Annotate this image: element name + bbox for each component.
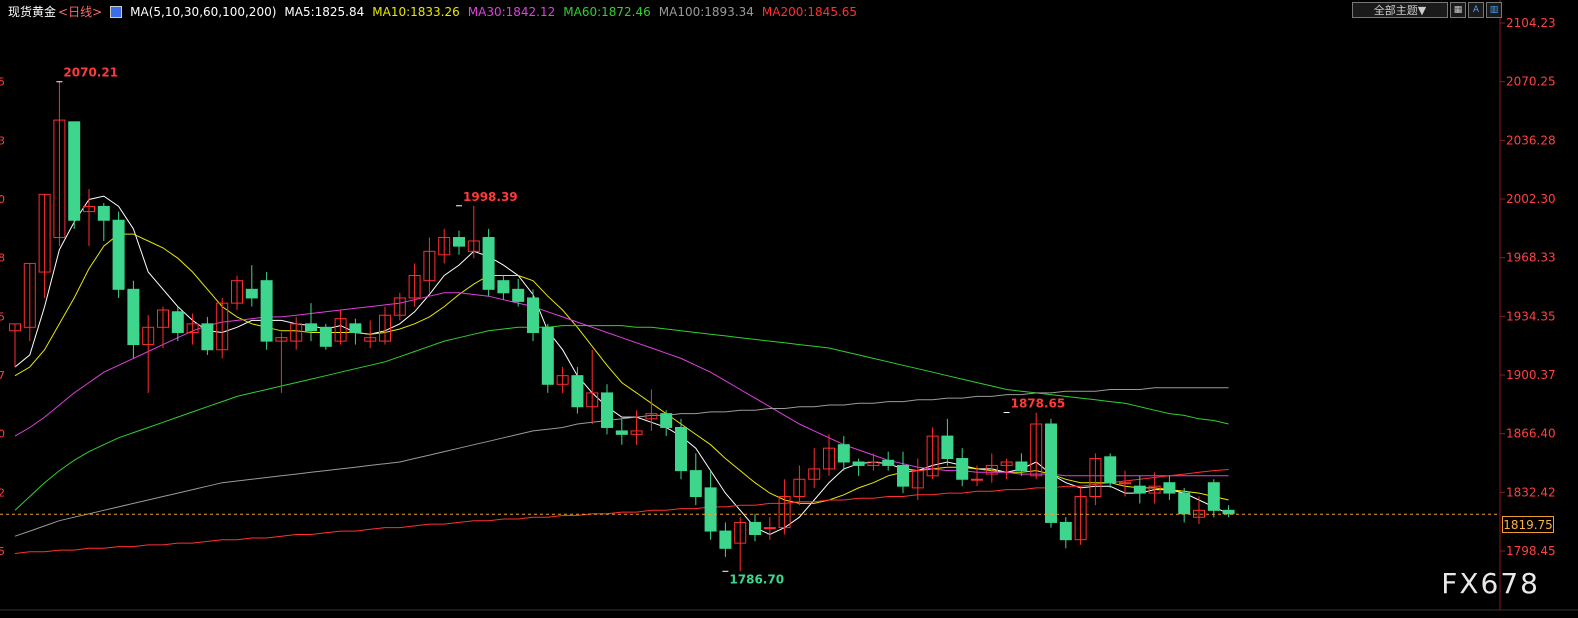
candle-down: [941, 435, 954, 460]
y-tick-label: 2036.28: [1506, 133, 1556, 147]
ma-value-label: MA10:1833.26: [372, 5, 460, 19]
candle-down: [689, 470, 702, 498]
candle-down: [112, 219, 125, 290]
candle-up: [763, 527, 776, 530]
left-tick-label: 7: [0, 369, 5, 382]
candle-down: [837, 444, 850, 463]
high-price-label: 2070.21: [63, 66, 118, 80]
candle-down: [704, 487, 717, 532]
last-price-label: 1819.75: [1502, 516, 1554, 533]
theme-dropdown[interactable]: 全部主题▼: [1352, 2, 1448, 18]
y-tick-label: 2104.23: [1506, 16, 1556, 30]
ma-values: MA5:1825.84 MA10:1833.26 MA30:1842.12 MA60:…: [284, 4, 857, 20]
chart-header: 现货黄金 <日线> MA(5,10,30,60,100,200) MA5:182…: [8, 4, 857, 20]
y-tick-label: 2070.25: [1506, 75, 1556, 89]
candle-down: [127, 288, 140, 346]
candle-down: [1163, 482, 1176, 494]
candle-up: [1119, 482, 1131, 485]
candle-down: [615, 430, 628, 435]
candle-down: [1178, 492, 1191, 515]
period-selector[interactable]: <日线>: [58, 4, 102, 20]
candle-down: [1015, 461, 1028, 472]
candle-down: [482, 237, 495, 290]
candle-down: [897, 464, 909, 487]
ma-value-label: MA60:1872.46: [563, 5, 651, 19]
font-icon[interactable]: A: [1468, 2, 1484, 18]
candle-down: [201, 323, 214, 351]
left-tick-label: 0: [0, 428, 5, 441]
candle-down: [527, 297, 539, 333]
candle-down: [305, 323, 317, 332]
candle-down: [541, 326, 554, 385]
left-tick-label: 5: [0, 310, 5, 323]
left-tick-label: 5: [0, 545, 5, 558]
candle-down: [1059, 521, 1072, 541]
candle-down: [260, 280, 273, 342]
left-tick-label: 0: [0, 193, 5, 206]
high-price-label: 1878.65: [1011, 397, 1066, 411]
table-icon[interactable]: ▦: [1450, 2, 1466, 18]
ma-value-label: MA200:1845.65: [761, 5, 858, 19]
left-tick-label: 3: [0, 134, 5, 147]
candle-down: [675, 426, 687, 472]
ma-settings-icon[interactable]: [110, 6, 123, 18]
left-tick-label: 2: [0, 486, 5, 499]
ma-params: MA(5,10,30,60,100,200): [130, 5, 277, 19]
candle-down: [97, 205, 110, 221]
candle-down: [1045, 423, 1057, 523]
candle-down: [1133, 485, 1146, 494]
candle-down: [571, 375, 584, 408]
candle-down: [497, 280, 510, 294]
candle-down: [660, 413, 673, 428]
candle-down: [852, 461, 865, 466]
chart-canvas[interactable]: 2070.211998.391786.701878.65 2104.232070…: [0, 0, 1578, 618]
ma-value-label: MA5:1825.84: [284, 5, 365, 19]
ma-value-label: MA100:1893.34: [658, 5, 754, 19]
candle-down: [956, 458, 969, 480]
high-price-label: 1998.39: [463, 190, 518, 204]
candle-down: [512, 288, 525, 302]
y-tick-label: 1832.42: [1506, 485, 1556, 499]
chart-icon[interactable]: ▥: [1486, 2, 1502, 18]
y-tick-label: 2002.30: [1506, 192, 1556, 206]
candle-down: [1104, 456, 1117, 484]
y-tick-label: 1900.37: [1506, 368, 1556, 382]
candle-down: [1207, 482, 1220, 511]
candle-down: [601, 392, 613, 428]
candle-down: [453, 237, 465, 247]
top-toolbar: 全部主题▼ ▦ A ▥: [1352, 2, 1502, 18]
candle-down: [349, 323, 362, 333]
candle-down: [171, 311, 184, 333]
candle-down: [719, 530, 732, 549]
y-tick-label: 1968.33: [1506, 251, 1556, 265]
candle-up: [971, 478, 983, 481]
y-tick-label: 1934.35: [1506, 309, 1556, 323]
low-price-label: 1786.70: [729, 572, 784, 586]
left-tick-label: 5: [0, 76, 5, 89]
ma-value-label: MA30:1842.12: [467, 5, 556, 19]
left-tick-label: 8: [0, 252, 5, 265]
y-tick-label: 1866.40: [1506, 427, 1556, 441]
candle-down: [882, 459, 895, 466]
candle-down: [319, 326, 332, 347]
y-tick-label: 1798.45: [1506, 544, 1556, 558]
candle-down: [749, 521, 761, 536]
instrument-name: 现货黄金: [8, 5, 57, 19]
candle-down: [68, 121, 81, 221]
candle-down: [245, 288, 258, 299]
gold-daily-chart[interactable]: 2070.21 1998.39 1786.70 1878.65 2104.23 2070…: [0, 0, 1578, 618]
watermark: FX678: [1441, 567, 1540, 600]
candle-down: [1222, 509, 1235, 515]
